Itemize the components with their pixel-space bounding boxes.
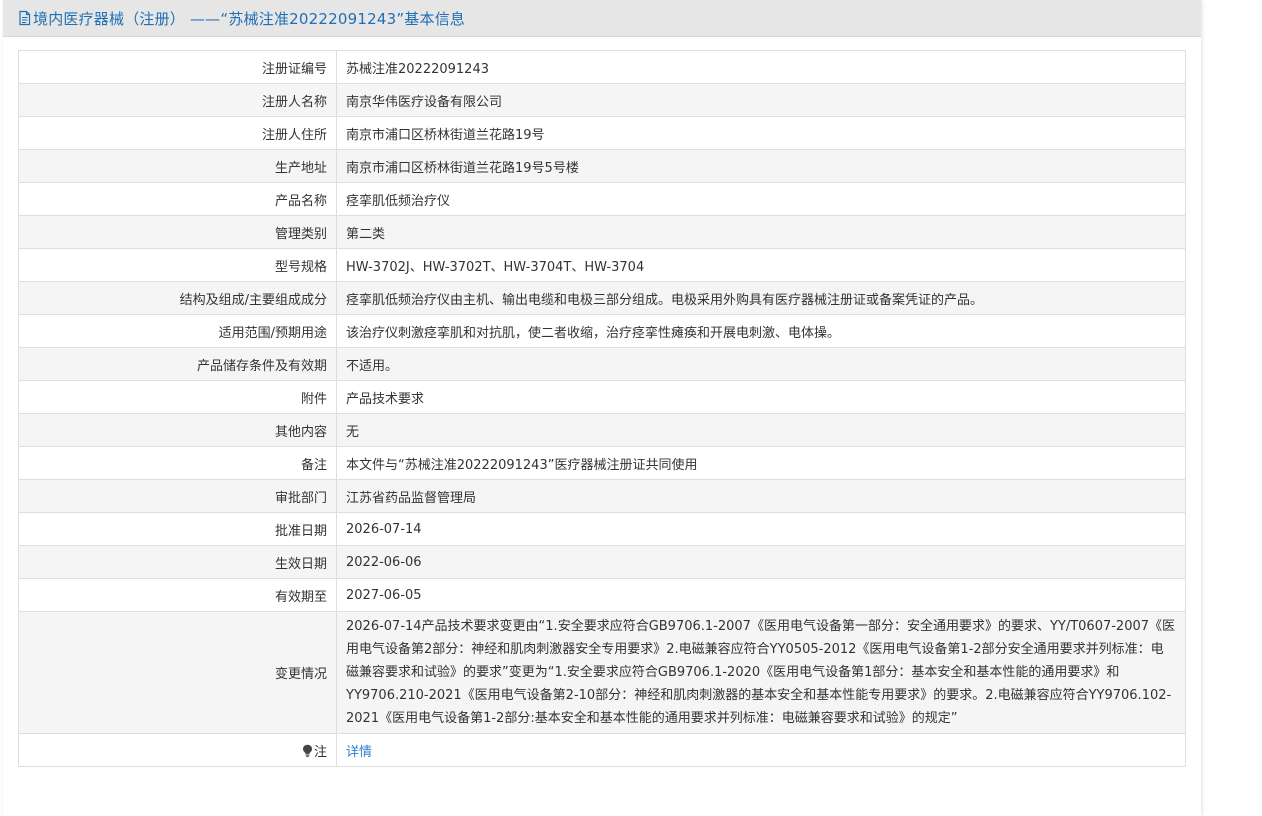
row-value: 南京市浦口区桥林街道兰花路19号 — [336, 116, 1186, 150]
row-value: HW-3702J、HW-3702T、HW-3704T、HW-3704 — [336, 248, 1186, 282]
row-value: 南京市浦口区桥林街道兰花路19号5号楼 — [336, 149, 1186, 183]
table-row: 审批部门 江苏省药品监督管理局 — [18, 479, 1186, 513]
note-label-cell: 注 — [18, 733, 337, 767]
table-row-note: 注 详情 — [18, 733, 1186, 767]
info-table: 注册证编号 苏械注准20222091243 注册人名称 南京华伟医疗设备有限公司… — [18, 50, 1186, 767]
row-value: 痉挛肌低频治疗仪由主机、输出电缆和电极三部分组成。电极采用外购具有医疗器械注册证… — [336, 281, 1186, 315]
table-row: 管理类别 第二类 — [18, 215, 1186, 249]
row-label: 审批部门 — [18, 479, 337, 513]
info-table-body: 注册证编号 苏械注准20222091243 注册人名称 南京华伟医疗设备有限公司… — [18, 50, 1186, 767]
table-row: 生产地址 南京市浦口区桥林街道兰花路19号5号楼 — [18, 149, 1186, 183]
table-row: 批准日期 2026-07-14 — [18, 512, 1186, 546]
row-value: 无 — [336, 413, 1186, 447]
row-label: 适用范围/预期用途 — [18, 314, 337, 348]
table-row: 产品名称 痉挛肌低频治疗仪 — [18, 182, 1186, 216]
row-label: 备注 — [18, 446, 337, 480]
table-row: 注册人住所 南京市浦口区桥林街道兰花路19号 — [18, 116, 1186, 150]
row-label: 注册证编号 — [18, 50, 337, 84]
row-label: 注册人名称 — [18, 83, 337, 117]
row-value: 江苏省药品监督管理局 — [336, 479, 1186, 513]
table-row: 有效期至 2027-06-05 — [18, 578, 1186, 612]
row-label: 结构及组成/主要组成成分 — [18, 281, 337, 315]
panel-header: 境内医疗器械（注册） ——“苏械注准20222091243”基本信息 — [3, 0, 1201, 37]
lightbulb-icon — [302, 744, 313, 757]
table-row: 结构及组成/主要组成成分 痉挛肌低频治疗仪由主机、输出电缆和电极三部分组成。电极… — [18, 281, 1186, 315]
table-row: 其他内容 无 — [18, 413, 1186, 447]
row-label: 管理类别 — [18, 215, 337, 249]
table-row: 型号规格 HW-3702J、HW-3702T、HW-3704T、HW-3704 — [18, 248, 1186, 282]
row-value: 2022-06-06 — [336, 545, 1186, 579]
row-value: 本文件与“苏械注准20222091243”医疗器械注册证共同使用 — [336, 446, 1186, 480]
table-row: 生效日期 2022-06-06 — [18, 545, 1186, 579]
row-label: 产品名称 — [18, 182, 337, 216]
details-link[interactable]: 详情 — [346, 745, 372, 760]
row-label: 生效日期 — [18, 545, 337, 579]
document-icon — [18, 10, 32, 26]
table-row: 注册人名称 南京华伟医疗设备有限公司 — [18, 83, 1186, 117]
row-label: 注册人住所 — [18, 116, 337, 150]
row-value: 2026-07-14 — [336, 512, 1186, 546]
note-value-cell: 详情 — [336, 733, 1186, 767]
row-label: 变更情况 — [18, 611, 337, 734]
row-label: 型号规格 — [18, 248, 337, 282]
row-label: 批准日期 — [18, 512, 337, 546]
row-value: 南京华伟医疗设备有限公司 — [336, 83, 1186, 117]
row-value: 痉挛肌低频治疗仪 — [336, 182, 1186, 216]
detail-panel: 境内医疗器械（注册） ——“苏械注准20222091243”基本信息 注册证编号… — [3, 0, 1201, 816]
change-history-value: 2026-07-14产品技术要求变更由“1.安全要求应符合GB9706.1-20… — [336, 611, 1186, 734]
row-label: 生产地址 — [18, 149, 337, 183]
row-value: 苏械注准20222091243 — [336, 50, 1186, 84]
table-row: 产品储存条件及有效期 不适用。 — [18, 347, 1186, 381]
row-value: 2027-06-05 — [336, 578, 1186, 612]
row-value: 第二类 — [336, 215, 1186, 249]
row-label: 有效期至 — [18, 578, 337, 612]
table-row: 附件 产品技术要求 — [18, 380, 1186, 414]
row-label: 附件 — [18, 380, 337, 414]
row-label: 产品储存条件及有效期 — [18, 347, 337, 381]
note-label: 注 — [313, 744, 327, 760]
row-value: 产品技术要求 — [336, 380, 1186, 414]
row-label: 其他内容 — [18, 413, 337, 447]
table-row: 备注 本文件与“苏械注准20222091243”医疗器械注册证共同使用 — [18, 446, 1186, 480]
row-value: 不适用。 — [336, 347, 1186, 381]
table-row: 适用范围/预期用途 该治疗仪刺激痉挛肌和对抗肌，使二者收缩，治疗痉挛性瘫痪和开展… — [18, 314, 1186, 348]
row-value: 该治疗仪刺激痉挛肌和对抗肌，使二者收缩，治疗痉挛性瘫痪和开展电刺激、电体操。 — [336, 314, 1186, 348]
table-row: 注册证编号 苏械注准20222091243 — [18, 50, 1186, 84]
table-row: 变更情况 2026-07-14产品技术要求变更由“1.安全要求应符合GB9706… — [18, 611, 1186, 734]
page-title: 境内医疗器械（注册） ——“苏械注准20222091243”基本信息 — [33, 9, 466, 28]
